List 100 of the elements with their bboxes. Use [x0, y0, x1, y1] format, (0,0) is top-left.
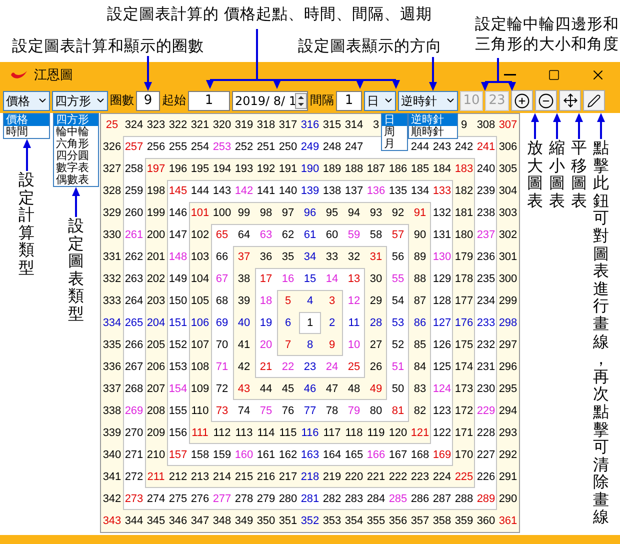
- grid-number: 295: [498, 383, 518, 395]
- annotation-text: 縮小圖表: [549, 139, 565, 210]
- pen-button[interactable]: [583, 90, 605, 111]
- grid-number: 336: [102, 361, 122, 373]
- grid-number: 300: [498, 273, 518, 285]
- grid-number: 72: [216, 383, 228, 395]
- grid-number: 70: [216, 339, 228, 351]
- grid-number: 152: [168, 339, 188, 351]
- dropdown-option[interactable]: 四方形: [54, 114, 98, 126]
- grid-number: 281: [300, 493, 320, 505]
- pan-button[interactable]: [559, 90, 581, 111]
- grid-number: 191: [278, 163, 298, 175]
- grid-number: 136: [366, 185, 386, 197]
- grid-number: 30: [370, 273, 382, 285]
- grid-number: 138: [322, 185, 342, 197]
- grid-number: 284: [366, 493, 386, 505]
- grid-number: 196: [168, 163, 188, 175]
- grid-number: 296: [498, 361, 518, 373]
- calc-type-select[interactable]: 價格: [3, 90, 50, 110]
- grid-number: 173: [454, 383, 474, 395]
- maximize-icon: [548, 69, 560, 81]
- grid-number: 155: [168, 405, 188, 417]
- grid-number: 165: [344, 449, 364, 461]
- grid-number: 146: [168, 207, 188, 219]
- grid-number: 210: [146, 449, 166, 461]
- grid-number: 204: [146, 317, 166, 329]
- grid-number: 212: [168, 471, 188, 483]
- grid-number: 334: [102, 317, 122, 329]
- pen-icon: [587, 94, 601, 108]
- grid-number: 322: [168, 119, 188, 131]
- grid-number: 32: [348, 251, 360, 263]
- grid-number: 162: [278, 449, 298, 461]
- grid-number: 143: [212, 185, 232, 197]
- zoom-in-button[interactable]: [511, 90, 533, 111]
- grid-number: 180: [454, 229, 474, 241]
- annotation-text: 平移圖表: [571, 139, 587, 210]
- grid-number: 236: [476, 251, 496, 263]
- grid-number: 192: [256, 163, 276, 175]
- grid-number: 257: [124, 141, 144, 153]
- grid-number: 127: [432, 317, 452, 329]
- interval-field[interactable]: 1: [336, 90, 362, 110]
- spinner-icon: [295, 92, 307, 108]
- leader-arrow: [22, 139, 32, 171]
- grid-number: 122: [432, 427, 452, 439]
- annotation-text: 設定圖表類型: [68, 217, 84, 323]
- grid-number: 123: [432, 405, 452, 417]
- grid-number: 216: [256, 471, 276, 483]
- grid-number: 286: [410, 493, 430, 505]
- grid-number: 351: [278, 515, 298, 527]
- grid-number: 126: [432, 339, 452, 351]
- dropdown-option[interactable]: 價格: [4, 114, 49, 126]
- grid-number: 219: [322, 471, 342, 483]
- chart-type-select[interactable]: 四方形: [52, 90, 108, 110]
- grid-number: 338: [102, 405, 122, 417]
- grid-number: 339: [102, 427, 122, 439]
- annotation-text: 設定計算類型: [18, 171, 34, 277]
- grid-number: 337: [102, 383, 122, 395]
- grid-number: 45: [282, 383, 294, 395]
- grid-number: 50: [392, 383, 404, 395]
- grid-number: 3: [372, 119, 380, 131]
- grid-number: 6: [284, 317, 292, 329]
- grid-number: 176: [454, 317, 474, 329]
- grid-number: 78: [326, 405, 338, 417]
- grid-number: 222: [388, 471, 408, 483]
- grid-number: 266: [124, 339, 144, 351]
- direction-select[interactable]: 逆時針: [398, 90, 458, 110]
- grid-number: 269: [124, 405, 144, 417]
- grid-number: 265: [124, 317, 144, 329]
- grid-number: 306: [498, 141, 518, 153]
- grid-number: 293: [498, 427, 518, 439]
- rings-field[interactable]: 9: [136, 90, 160, 110]
- grid-number: 255: [168, 141, 188, 153]
- grid-number: 331: [102, 251, 122, 263]
- grid-number: 252: [234, 141, 254, 153]
- grid-number: 360: [476, 515, 496, 527]
- grid-number: 20: [260, 339, 272, 351]
- start-field[interactable]: 1: [188, 90, 230, 110]
- grid-number: 148: [168, 251, 188, 263]
- grid-number: 145: [168, 185, 188, 197]
- grid-number: 249: [300, 141, 320, 153]
- grid-number: 289: [476, 493, 496, 505]
- grid-number: 354: [344, 515, 364, 527]
- dropdown-option[interactable]: 逆時針: [409, 114, 457, 126]
- grid-number: 37: [238, 251, 250, 263]
- grid-number: 209: [146, 427, 166, 439]
- period-select[interactable]: 日: [364, 90, 396, 110]
- zoom-out-button[interactable]: [535, 90, 557, 111]
- grid-number: 25: [106, 119, 118, 131]
- grid-number: 273: [124, 493, 144, 505]
- dropdown-option[interactable]: 日: [382, 114, 407, 126]
- grid-number: 341: [102, 471, 122, 483]
- move-icon: [562, 93, 578, 108]
- grid-number: 247: [344, 141, 364, 153]
- grid-number: 352: [300, 515, 320, 527]
- grid-number: 342: [102, 493, 122, 505]
- grid-number: 76: [282, 405, 294, 417]
- grid-number: 316: [300, 119, 320, 131]
- grid-number: 259: [124, 185, 144, 197]
- grid-number: 185: [410, 163, 430, 175]
- grid-number: 267: [124, 361, 144, 373]
